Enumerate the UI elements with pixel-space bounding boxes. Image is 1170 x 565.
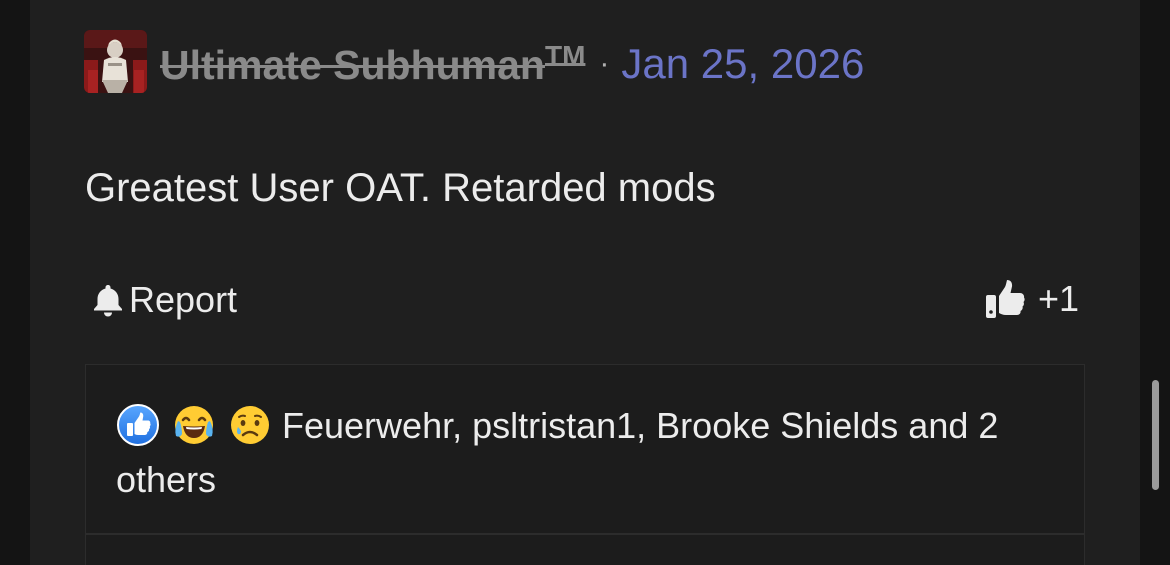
scrollbar-thumb[interactable] [1152,380,1159,490]
trademark-mark: TM [544,39,586,71]
like-button[interactable]: +1 [984,276,1079,322]
reactions-line: Feuerwehr, psltristan1, Brooke Shields a… [116,399,1066,507]
avatar-image [84,30,147,93]
username-text: Ultimate Subhuman [160,41,545,88]
post-date-link[interactable]: Jan 25, 2026 [621,40,864,88]
report-label: Report [129,279,238,320]
page: Ultimate SubhumanTM · Jan 25, 2026 Great… [0,0,1170,565]
sad-reaction-icon [231,406,269,444]
avatar[interactable] [84,30,147,93]
meta-separator: · [599,47,610,80]
username-link[interactable]: Ultimate SubhumanTM [160,40,585,89]
post-card: Ultimate SubhumanTM · Jan 25, 2026 Great… [30,0,1140,565]
reactions-summary[interactable]: Feuerwehr, psltristan1, Brooke Shields a… [85,364,1085,534]
bell-icon [94,285,122,317]
like-reaction-icon [117,404,159,446]
next-section-box [85,534,1085,565]
like-count: +1 [1038,278,1080,319]
thumbs-up-icon [986,280,1025,318]
laughing-crying-reaction-icon [175,406,213,444]
report-button[interactable]: Report [92,278,237,322]
post-body: Greatest User OAT. Retarded mods [85,166,716,210]
post-header: Ultimate SubhumanTM · Jan 25, 2026 [160,36,864,92]
